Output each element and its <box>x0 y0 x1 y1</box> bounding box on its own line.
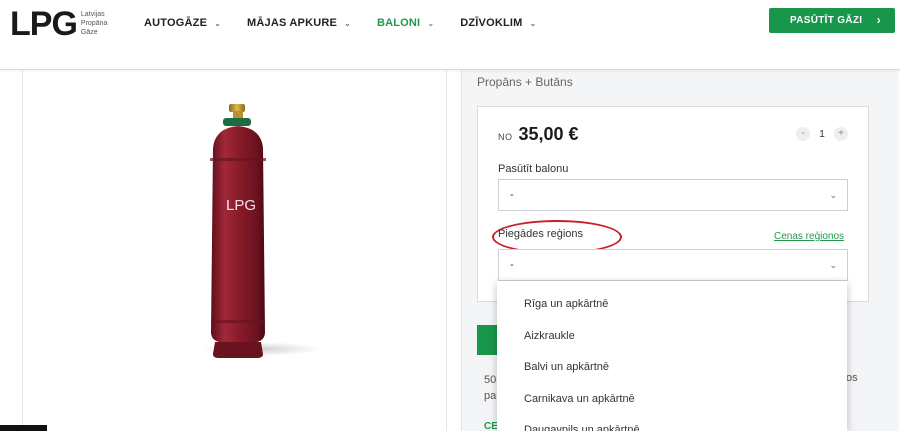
product-subtitle: Propāns + Butāns <box>477 75 573 89</box>
nav-item-majas-apkure[interactable]: MĀJAS APKURE ⌄ <box>247 17 351 29</box>
order-cylinder-value: - <box>510 189 514 201</box>
nav-item-autogaze[interactable]: AUTOGĀZE ⌄ <box>144 17 221 29</box>
order-cylinder-label: Pasūtīt balonu <box>498 163 569 175</box>
product-image-panel: LPG <box>22 70 447 431</box>
qty-value[interactable]: 1 <box>818 129 826 140</box>
info-text-tail: os <box>846 372 858 384</box>
nav-item-dzivoklim[interactable]: DZĪVOKLIM ⌄ <box>460 17 536 29</box>
chevron-down-icon: ⌄ <box>829 260 837 270</box>
chevron-down-icon: ⌄ <box>829 190 837 200</box>
main-nav: AUTOGĀZE ⌄ MĀJAS APKURE ⌄ BALONI ⌄ DZĪVO… <box>144 17 536 29</box>
quantity-stepper: - 1 + <box>796 127 848 141</box>
nav-item-label: BALONI <box>376 17 421 29</box>
logo-sub-line: Latvijas <box>80 11 105 18</box>
logo-text: LPG <box>10 5 78 43</box>
order-form: NO 35,00 € - 1 + Pasūtīt balonu - ⌄ Pieg… <box>477 106 869 302</box>
delivery-region-label: Piegādes reģions <box>498 228 584 240</box>
logo-sub-line: Propāna <box>80 20 108 27</box>
info-text-line: pa <box>484 390 497 402</box>
qty-increment-button[interactable]: + <box>834 127 848 141</box>
gas-cylinder-image: LPG <box>193 102 283 362</box>
delivery-region-value: - <box>510 259 514 271</box>
cylinder-brand-text: LPG <box>226 197 256 214</box>
nav-item-label: DZĪVOKLIM <box>460 17 523 29</box>
nav-item-baloni[interactable]: BALONI ⌄ <box>377 17 434 29</box>
logo-sub-line: Gāze <box>80 29 98 36</box>
nav-item-label: AUTOGĀZE <box>144 17 208 29</box>
region-option[interactable]: Rīga un apkārtnē <box>497 289 847 321</box>
site-header: LPG Latvijas Propāna Gāze AUTOGĀZE ⌄ MĀJ… <box>0 0 900 70</box>
price-prefix: NO <box>498 132 513 142</box>
chevron-down-icon: ⌄ <box>214 18 222 28</box>
chevron-down-icon: ⌄ <box>529 18 537 28</box>
corner-block <box>0 425 47 431</box>
info-text: 50 pa <box>484 372 496 404</box>
order-cylinder-select[interactable]: - ⌄ <box>498 179 848 211</box>
region-option[interactable]: Balvi un apkārtnē <box>497 352 847 384</box>
logo-subtitle: Latvijas Propāna Gāze <box>81 10 107 37</box>
region-option[interactable]: Carnikava un apkārtnē <box>497 384 847 416</box>
order-gas-label: PASŪTĪT GĀZI <box>790 15 863 26</box>
section-heading-partial: CE <box>484 421 498 431</box>
region-option[interactable]: Aizkraukle <box>497 321 847 353</box>
delivery-region-select[interactable]: - ⌄ <box>498 249 848 281</box>
info-text-line: 50 <box>484 374 497 386</box>
price-value: 35,00 € <box>518 124 579 144</box>
add-to-cart-button[interactable] <box>477 325 499 355</box>
logo[interactable]: LPG Latvijas Propāna Gāze <box>10 6 107 42</box>
region-prices-link[interactable]: Cenas reģionos <box>774 231 844 242</box>
region-option[interactable]: Daugavpils un apkārtnē <box>497 415 847 431</box>
qty-decrement-button[interactable]: - <box>796 127 810 141</box>
chevron-down-icon: ⌄ <box>427 18 435 28</box>
price-row: NO 35,00 € <box>498 124 579 145</box>
region-dropdown-list: Rīga un apkārtnē Aizkraukle Balvi un apk… <box>497 281 847 431</box>
order-gas-button[interactable]: PASŪTĪT GĀZI › <box>769 8 895 33</box>
chevron-down-icon: ⌄ <box>344 18 351 28</box>
nav-item-label: MĀJAS APKURE <box>247 17 338 29</box>
chevron-right-icon: › <box>876 13 881 27</box>
